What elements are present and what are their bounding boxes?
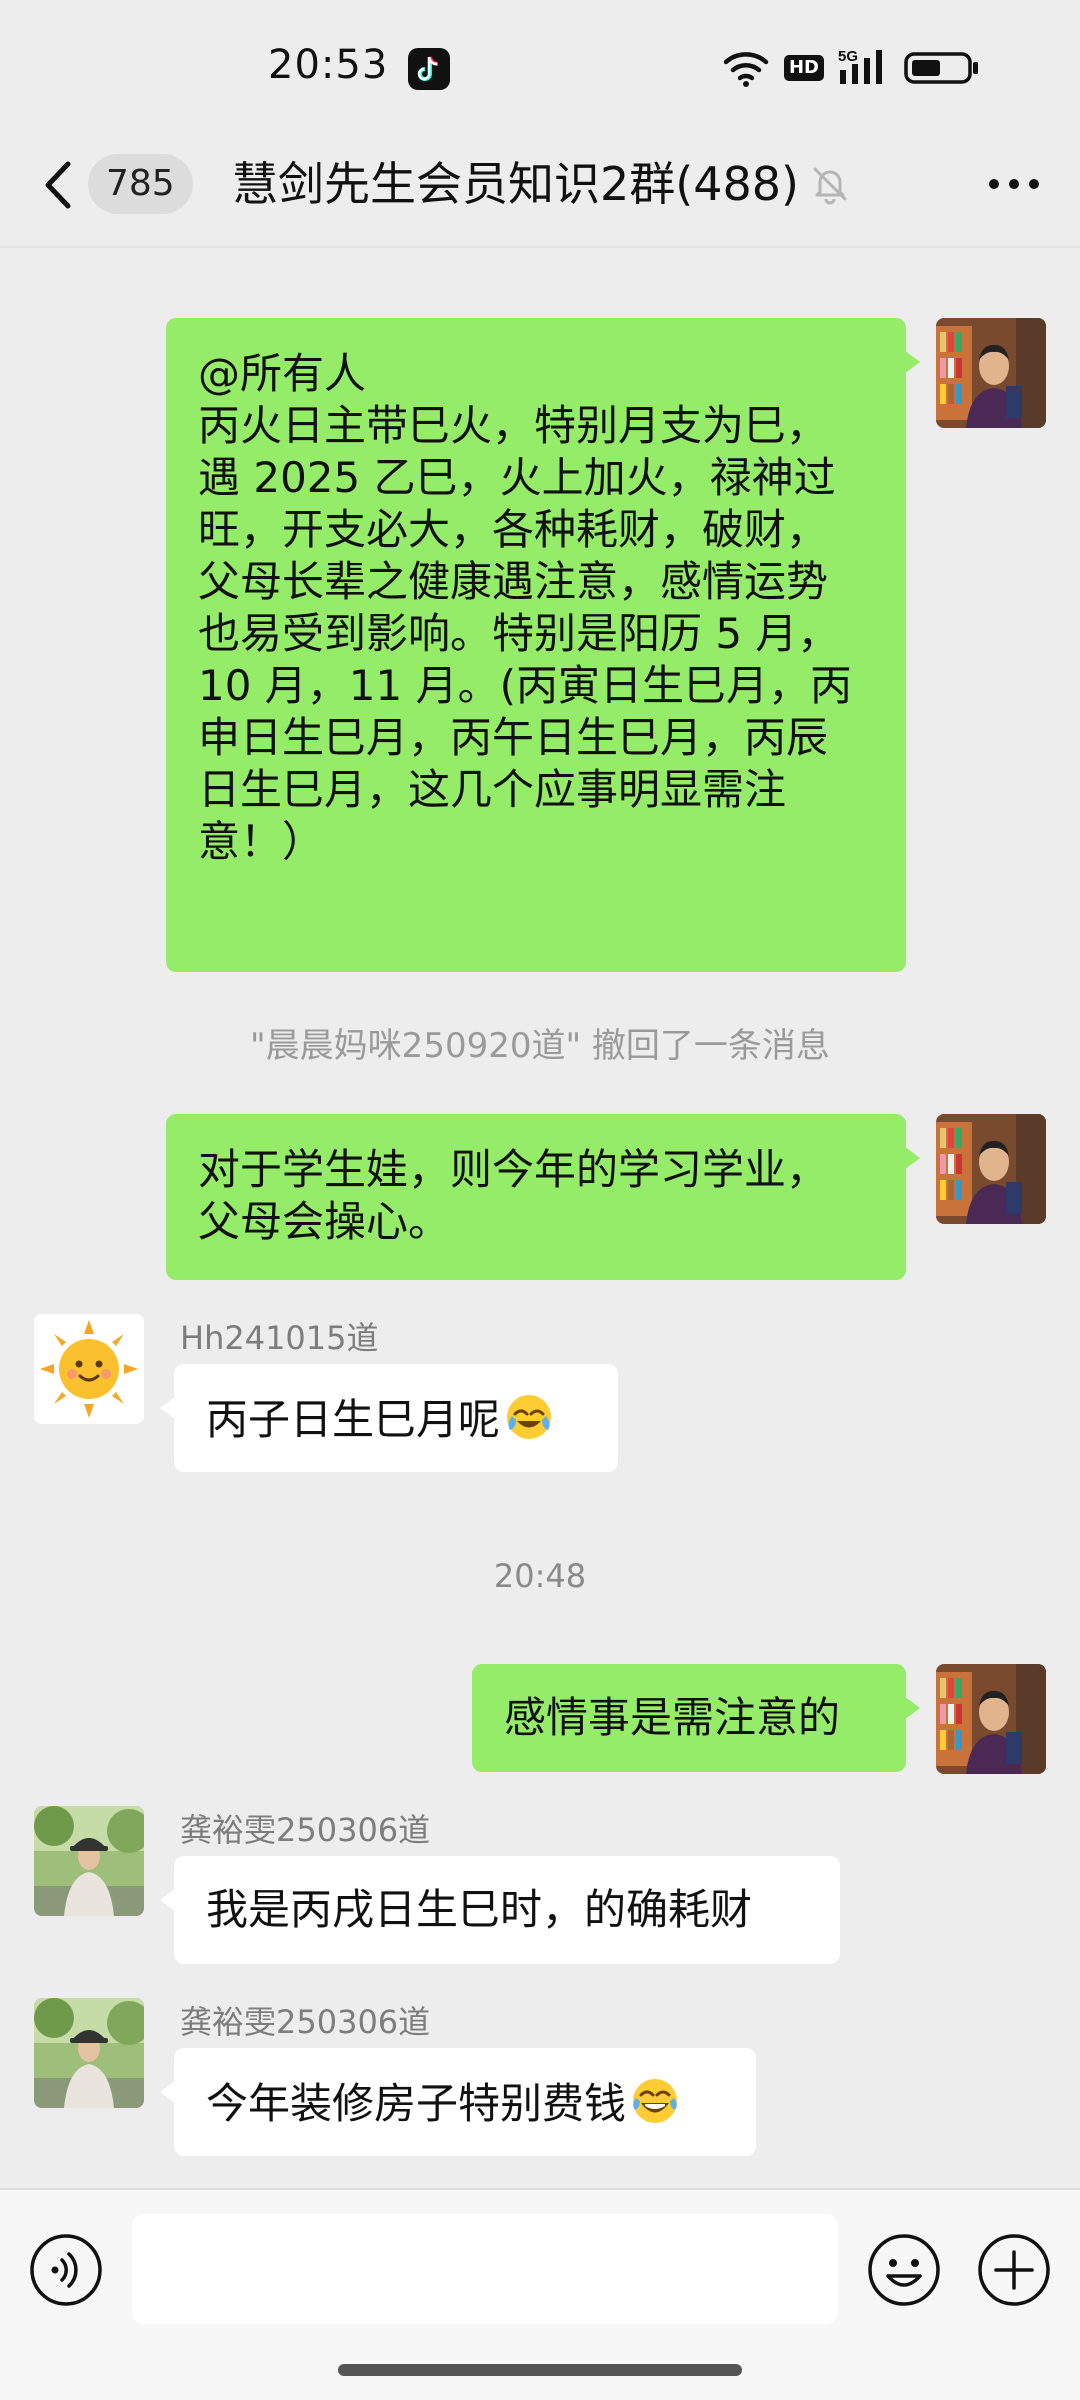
battery-icon <box>904 52 978 84</box>
message-bubble-outgoing[interactable]: 对于学生娃，则今年的学习学业， 父母会操心。 <box>166 1114 920 1280</box>
hd-badge: HD <box>783 55 824 81</box>
sender-name: 龚裕雯250306道 <box>180 1811 431 1849</box>
message-line: 遇 2025 乙巳，火上加火，禄神过 <box>198 453 836 502</box>
message-bubble-outgoing[interactable]: @所有人 丙火日主带巳火，特别月支为巳， 遇 2025 乙巳，火上加火，禄神过 … <box>166 318 920 972</box>
message-text: 我是丙戌日生巳时，的确耗财 <box>206 1885 753 1934</box>
message-bubble-incoming[interactable]: 今年装修房子特别费钱 <box>160 2048 756 2156</box>
message-text: 今年装修房子特别费钱 <box>206 2079 627 2128</box>
message-line: 申日生巳月，丙午日生巳月，丙辰 <box>198 713 829 762</box>
status-icons: HD 5G <box>722 46 980 90</box>
sender-name: Hh241015道 <box>180 1319 379 1357</box>
avatar-sun[interactable] <box>34 1314 144 1424</box>
chevron-left-icon[interactable] <box>38 150 86 220</box>
header-divider <box>0 246 1080 248</box>
message-timestamp: 20:48 <box>493 1557 587 1595</box>
smiley-icon[interactable] <box>866 2232 942 2308</box>
chat-header: 785 慧剑先生会员知识2群(488) <box>0 130 1080 246</box>
message-bubble-outgoing[interactable]: 感情事是需注意的 <box>472 1664 920 1772</box>
tiktok-icon <box>408 48 450 90</box>
message-line: 父母会操心。 <box>198 1197 451 1246</box>
sender-name: 龚裕雯250306道 <box>180 2003 431 2041</box>
avatar-gong[interactable] <box>34 1806 144 1916</box>
home-indicator[interactable] <box>338 2364 742 2376</box>
message-line: 意！） <box>198 817 325 866</box>
message-line: @所有人 <box>198 349 367 398</box>
avatar-self[interactable] <box>936 318 1046 428</box>
signal-icon: 5G <box>838 48 882 84</box>
system-recall-notice: "晨晨妈咪250920道" 撤回了一条消息 <box>250 1026 830 1066</box>
message-text: 丙子日生巳月呢 <box>206 1395 501 1444</box>
voice-icon[interactable] <box>28 2232 104 2308</box>
bell-off-icon <box>808 162 852 206</box>
message-bubble-incoming[interactable]: 我是丙戌日生巳时，的确耗财 <box>160 1856 840 1964</box>
message-line: 父母长辈之健康遇注意，感情运势 <box>198 557 829 606</box>
status-bar: 20:53 HD 5G <box>0 0 1080 130</box>
avatar-self[interactable] <box>936 1664 1046 1774</box>
network-label: 5G <box>838 48 858 65</box>
avatar-gong[interactable] <box>34 1998 144 2108</box>
message-line: 对于学生娃，则今年的学习学业， <box>198 1145 829 1194</box>
status-time: 20:53 <box>268 42 389 88</box>
unread-count-badge[interactable]: 785 <box>88 154 193 214</box>
chat-title: 慧剑先生会员知识2群(488) <box>232 157 799 211</box>
plus-icon[interactable] <box>976 2232 1052 2308</box>
message-input[interactable] <box>132 2214 838 2324</box>
message-line: 10 月，11 月。(丙寅日生巳月，丙 <box>198 661 852 710</box>
avatar-self[interactable] <box>936 1114 1046 1224</box>
message-line: 旺，开支必大，各种耗财，破财， <box>198 505 829 554</box>
message-bubble-incoming[interactable]: 丙子日生巳月呢 <box>160 1364 618 1472</box>
ellipsis-icon[interactable] <box>982 164 1046 204</box>
laughing-tears-emoji-icon <box>633 2079 678 2123</box>
message-line: 丙火日主带巳火，特别月支为巳， <box>198 401 829 450</box>
wifi-icon <box>723 52 769 87</box>
message-line: 日生巳月，这几个应事明显需注 <box>198 765 787 814</box>
message-text: 感情事是需注意的 <box>504 1693 841 1742</box>
crying-laughing-emoji-icon <box>507 1395 552 1439</box>
message-line: 也易受到影响。特别是阳历 5 月， <box>198 609 840 658</box>
